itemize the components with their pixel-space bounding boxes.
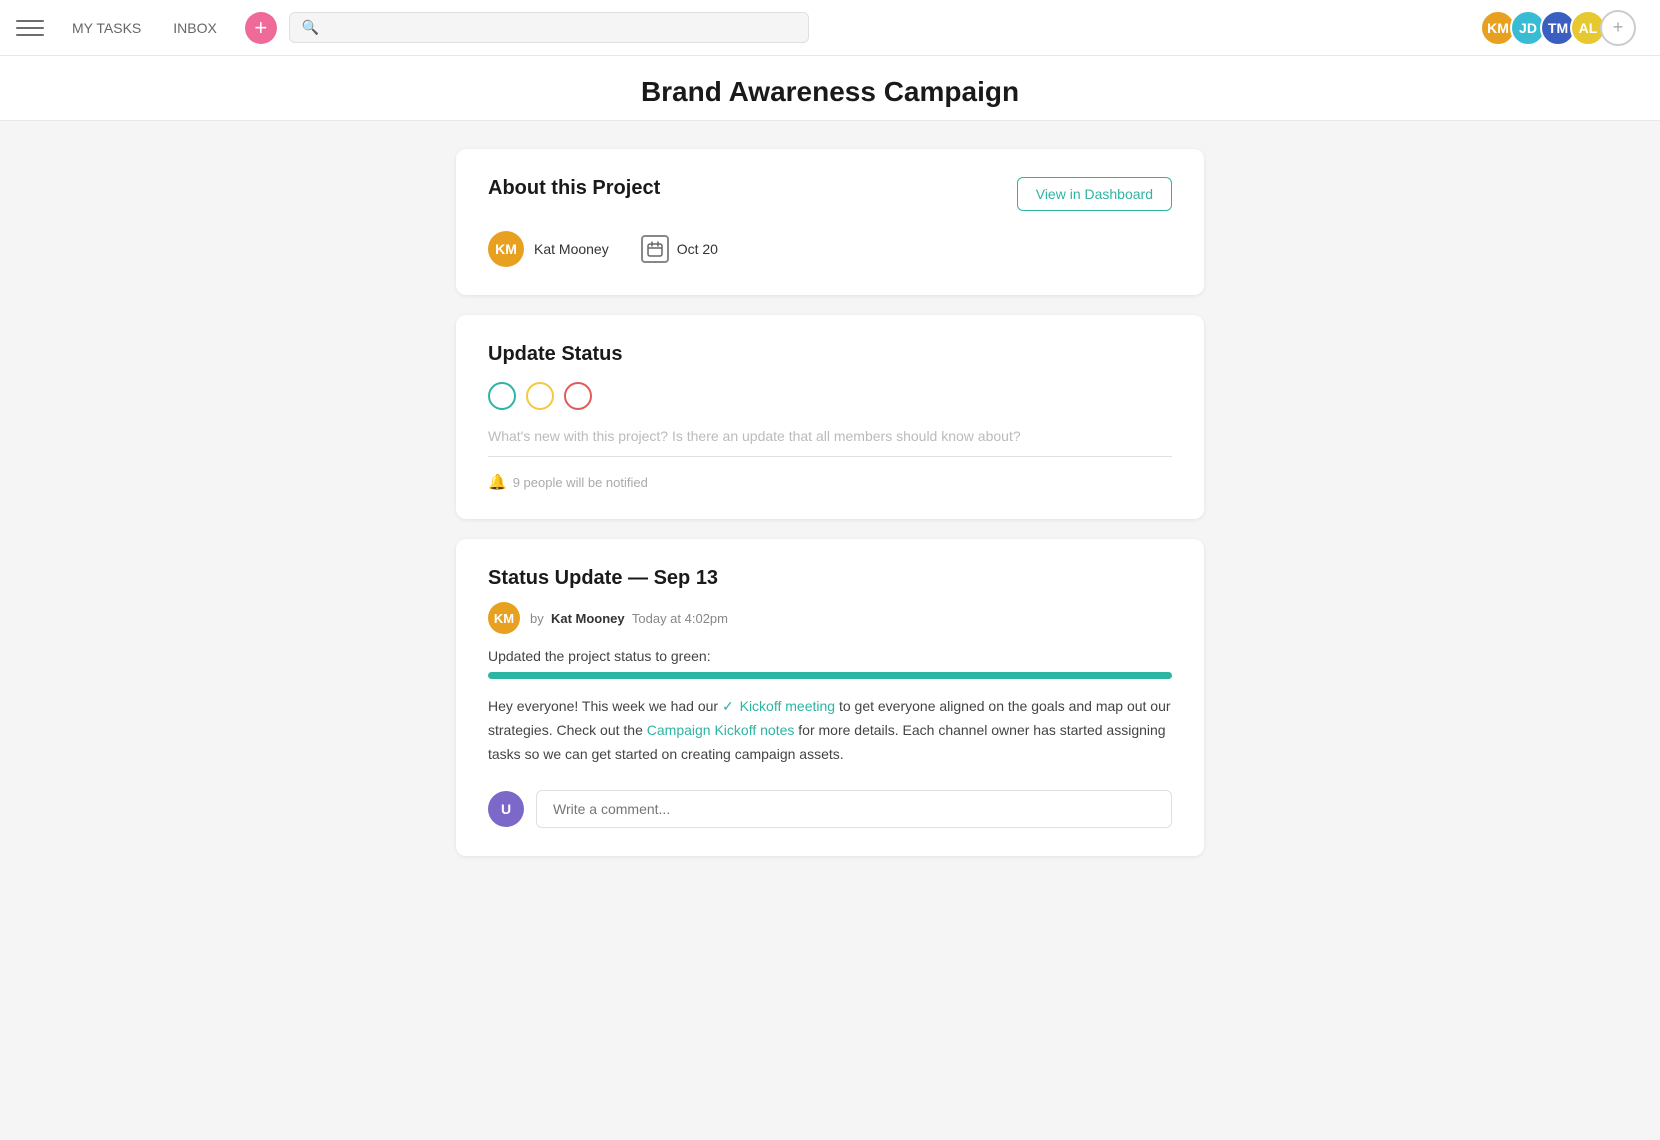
add-button[interactable]: + <box>245 12 277 44</box>
status-yellow-circle[interactable] <box>526 382 554 410</box>
due-date-text: Oct 20 <box>677 241 718 257</box>
notification-text: 9 people will be notified <box>513 475 648 490</box>
update-body-part1: Hey everyone! This week we had our <box>488 698 722 714</box>
update-status-card: Update Status What's new with this proje… <box>456 315 1204 519</box>
kickoff-meeting-link[interactable]: Kickoff meeting <box>740 698 835 714</box>
status-green-circle[interactable] <box>488 382 516 410</box>
status-circles <box>488 382 1172 410</box>
about-card-header: About this Project View in Dashboard <box>488 177 1172 211</box>
search-input[interactable] <box>327 20 796 36</box>
project-owner: KM Kat Mooney <box>488 231 609 267</box>
update-author-name: Kat Mooney <box>551 611 625 626</box>
bell-icon: 🔔 <box>488 473 507 491</box>
green-progress-bar <box>488 672 1172 679</box>
search-icon: 🔍 <box>302 19 319 36</box>
about-card-title: About this Project <box>488 177 660 200</box>
update-meta: KM by Kat Mooney Today at 4:02pm <box>488 602 1172 634</box>
search-bar: 🔍 <box>289 12 809 43</box>
update-status-text: Updated the project status to green: <box>488 648 1172 664</box>
update-timestamp: Today at 4:02pm <box>632 611 728 626</box>
project-title: Brand Awareness Campaign <box>641 76 1019 108</box>
status-placeholder-text: What's new with this project? Is there a… <box>488 428 1021 444</box>
team-avatars: KM JD TM AL + <box>1480 10 1636 46</box>
update-author-avatar: KM <box>488 602 520 634</box>
notification-row: 🔔 9 people will be notified <box>488 473 1172 491</box>
check-icon: ✓ <box>722 698 734 714</box>
campaign-notes-link[interactable]: Campaign Kickoff notes <box>647 722 795 738</box>
comment-user-avatar: U <box>488 791 524 827</box>
update-byline: by Kat Mooney Today at 4:02pm <box>530 611 728 626</box>
calendar-icon <box>641 235 669 263</box>
by-label: by <box>530 611 544 626</box>
comment-section: U <box>488 770 1172 828</box>
top-navigation: MY TASKS INBOX + 🔍 KM JD TM AL + <box>0 0 1660 56</box>
owner-name: Kat Mooney <box>534 241 609 257</box>
main-content: About this Project View in Dashboard KM … <box>440 121 1220 884</box>
status-input-area[interactable]: What's new with this project? Is there a… <box>488 428 1172 457</box>
view-dashboard-button[interactable]: View in Dashboard <box>1017 177 1172 211</box>
project-title-row: Brand Awareness Campaign <box>0 76 1660 120</box>
project-meta: KM Kat Mooney Oct 20 <box>488 231 1172 267</box>
update-status-title: Update Status <box>488 343 1172 366</box>
project-due-date: Oct 20 <box>641 235 718 263</box>
about-project-card: About this Project View in Dashboard KM … <box>456 149 1204 295</box>
status-update-card: Status Update — Sep 13 KM by Kat Mooney … <box>456 539 1204 856</box>
hamburger-menu-icon[interactable] <box>16 14 44 42</box>
update-body: Hey everyone! This week we had our ✓ Kic… <box>488 695 1172 766</box>
nav-links: MY TASKS INBOX <box>60 14 229 42</box>
project-header: Brand Awareness Campaign <box>0 56 1660 121</box>
comment-input[interactable] <box>536 790 1172 828</box>
status-update-title: Status Update — Sep 13 <box>488 567 1172 590</box>
add-member-button[interactable]: + <box>1600 10 1636 46</box>
inbox-link[interactable]: INBOX <box>161 14 229 42</box>
owner-avatar: KM <box>488 231 524 267</box>
my-tasks-link[interactable]: MY TASKS <box>60 14 153 42</box>
status-red-circle[interactable] <box>564 382 592 410</box>
